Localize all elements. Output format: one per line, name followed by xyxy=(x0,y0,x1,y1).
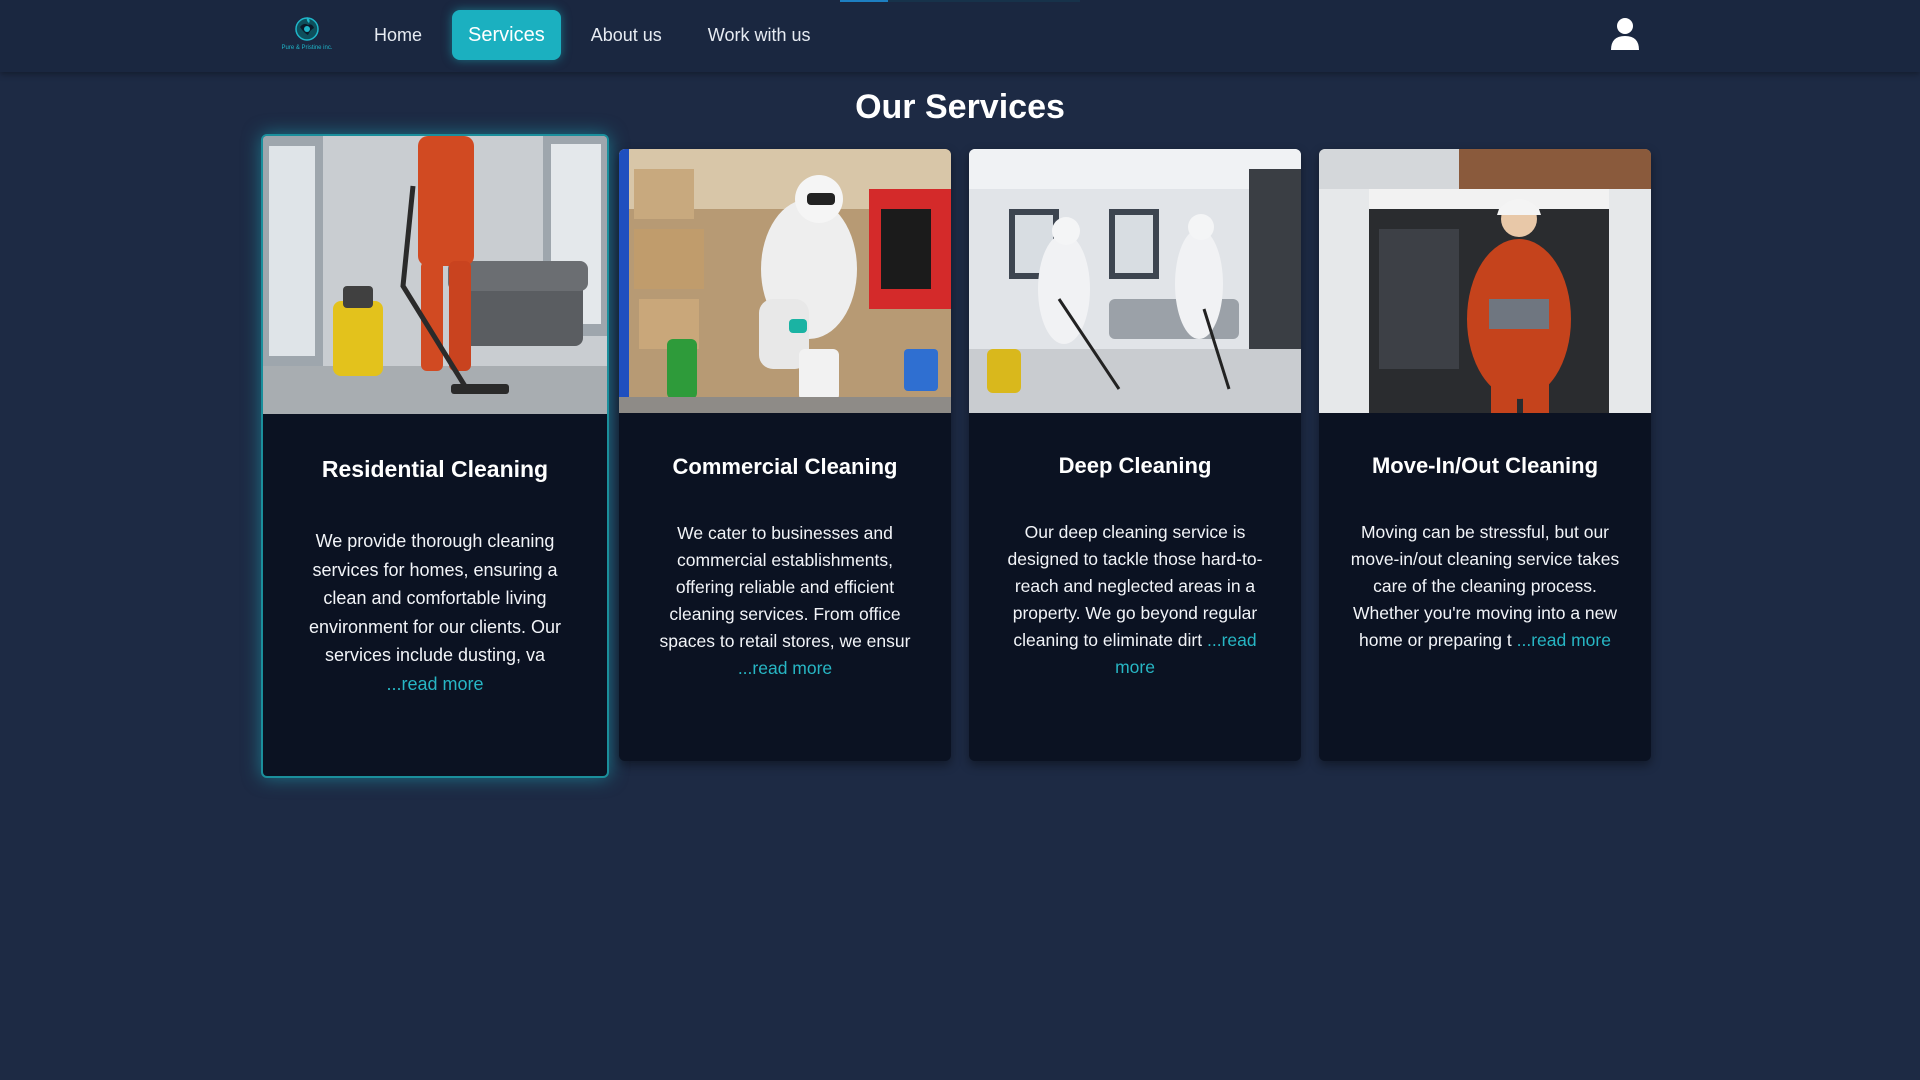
card-description: We provide thorough cleaning services fo… xyxy=(293,527,577,698)
scroll-progress-bar xyxy=(840,0,1080,2)
globe-leaf-logo-icon xyxy=(295,17,319,41)
nav-link-about-us[interactable]: About us xyxy=(575,10,678,60)
read-more-link[interactable]: ...read more xyxy=(738,658,832,678)
card-title: Deep Cleaning xyxy=(1058,453,1212,478)
read-more-link[interactable]: ...read more xyxy=(1517,630,1611,650)
nav-link-services[interactable]: Services xyxy=(452,10,561,60)
page-title: Our Services xyxy=(855,88,1065,126)
card-title: Commercial Cleaning xyxy=(672,454,898,479)
card-description: Our deep cleaning service is designed to… xyxy=(1000,519,1270,681)
nav-link-work-with-us[interactable]: Work with us xyxy=(692,10,827,60)
nav-link-home[interactable]: Home xyxy=(358,10,438,60)
card-title: Residential Cleaning xyxy=(321,456,549,482)
top-navbar: Pure & Pristine inc. Home Services About… xyxy=(0,0,1920,72)
card-description: Moving can be stressful, but our move-in… xyxy=(1350,519,1620,654)
service-card-commercial[interactable]: Commercial Cleaning We cater to business… xyxy=(619,149,951,761)
move-in-out-cleaning-image xyxy=(1319,149,1651,413)
card-description-text: We provide thorough cleaning services fo… xyxy=(308,531,562,665)
service-card-move-in-out[interactable]: Move-In/Out Cleaning Moving can be stres… xyxy=(1319,149,1651,761)
scroll-progress-fill xyxy=(840,0,888,2)
commercial-cleaning-image xyxy=(619,149,951,413)
user-icon[interactable] xyxy=(1610,16,1640,52)
nav-links: Home Services About us Work with us xyxy=(358,10,826,60)
service-card-residential[interactable]: Residential Cleaning We provide thorough… xyxy=(261,134,609,778)
card-description-text: We cater to businesses and commercial es… xyxy=(659,523,911,651)
card-title: Move-In/Out Cleaning xyxy=(1371,453,1599,478)
deep-cleaning-image xyxy=(969,149,1301,413)
company-logo[interactable]: Pure & Pristine inc. xyxy=(272,14,342,58)
logo-text: Pure & Pristine inc. xyxy=(281,45,333,51)
read-more-link[interactable]: ...read more xyxy=(386,674,483,694)
service-card-deep[interactable]: Deep Cleaning Our deep cleaning service … xyxy=(969,149,1301,761)
residential-cleaning-image xyxy=(263,136,607,414)
card-description: We cater to businesses and commercial es… xyxy=(648,520,922,682)
